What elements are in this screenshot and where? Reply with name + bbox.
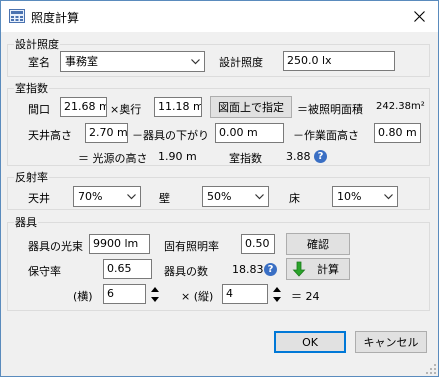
fixture-flux-label: 器具の光束	[28, 240, 83, 253]
depth-label: ×奥行	[110, 103, 142, 116]
floor-reflectance-select[interactable]: 10%	[332, 186, 398, 207]
maintenance-factor-label: 保守率	[28, 265, 61, 278]
work-plane-height-input[interactable]: 0.80 m	[374, 123, 421, 143]
room-name-label: 室名	[28, 56, 50, 69]
green-down-arrow-icon	[292, 261, 306, 277]
design-illuminance-legend: 設計照度	[14, 36, 60, 52]
horizontal-count-label: (横)	[73, 290, 93, 303]
chevron-down-icon	[380, 187, 397, 206]
room-index-label: 室指数	[229, 152, 262, 165]
chevron-down-icon	[187, 52, 204, 71]
ceiling-height-input[interactable]: 2.70 m	[85, 123, 128, 143]
illuminated-area-value: 242.38m²	[376, 101, 425, 112]
fixture-count-label: 器具の数	[164, 265, 208, 278]
help-icon[interactable]: ?	[314, 150, 327, 163]
light-source-height-value: 1.90 m	[158, 150, 197, 163]
cancel-button[interactable]: キャンセル	[355, 331, 427, 353]
illuminance-calc-dialog: 照度計算 設計照度 室名 事務室 設計照度 250.0 lx 室指数 間口 21…	[0, 0, 439, 377]
fixture-count-value: 18.83	[232, 263, 264, 276]
horizontal-count-spinner[interactable]	[148, 284, 162, 304]
frontage-label: 間口	[28, 103, 50, 116]
ok-button[interactable]: OK	[274, 331, 346, 353]
room-index-value: 3.88	[286, 150, 311, 163]
spin-down-icon[interactable]	[270, 294, 284, 304]
floor-reflectance-label: 床	[289, 192, 300, 205]
vertical-count-label: × (縦)	[181, 290, 214, 303]
utilization-factor-label: 固有照明率	[164, 240, 219, 253]
chevron-down-icon	[123, 187, 140, 206]
close-icon	[413, 10, 425, 22]
work-plane-height-label: －作業面高さ	[293, 129, 359, 142]
spin-up-icon[interactable]	[148, 284, 162, 294]
window-title: 照度計算	[31, 11, 80, 25]
total-count-value: ＝ 24	[291, 290, 320, 303]
help-icon[interactable]: ?	[264, 263, 277, 276]
vertical-count-spinner[interactable]	[270, 284, 284, 304]
specify-on-drawing-button[interactable]: 図面上で指定	[210, 96, 292, 118]
design-illuminance-input[interactable]: 250.0 lx	[283, 51, 395, 71]
wall-reflectance-select[interactable]: 50%	[202, 186, 269, 207]
resize-grip-icon[interactable]	[425, 363, 437, 375]
design-illuminance-label: 設計照度	[219, 56, 263, 69]
ceiling-reflectance-select[interactable]: 70%	[73, 186, 141, 207]
calculate-label: 計算	[317, 263, 339, 276]
ceiling-reflectance-value: 70%	[78, 190, 103, 203]
wall-reflectance-value: 50%	[207, 190, 232, 203]
spin-up-icon[interactable]	[270, 284, 284, 294]
illuminated-area-label: ＝被照明面積	[297, 103, 363, 116]
room-name-value: 事務室	[65, 55, 98, 68]
close-button[interactable]	[402, 1, 436, 31]
fixture-drop-label: －器具の下がり	[132, 129, 209, 142]
fixture-group	[7, 222, 430, 311]
ceiling-reflectance-label: 天井	[28, 192, 50, 205]
wall-reflectance-label: 壁	[159, 192, 170, 205]
reflectance-legend: 反射率	[14, 169, 49, 185]
room-index-legend: 室指数	[14, 80, 49, 96]
ceiling-height-label: 天井高さ	[28, 129, 72, 142]
vertical-count-input[interactable]: 4	[222, 284, 268, 304]
confirm-button[interactable]: 確認	[286, 233, 350, 255]
frontage-input[interactable]: 21.68 m	[60, 97, 107, 117]
fixture-flux-input[interactable]: 9900 lm	[89, 234, 150, 254]
room-name-select[interactable]: 事務室	[60, 51, 205, 72]
spin-down-icon[interactable]	[148, 294, 162, 304]
utilization-factor-input[interactable]: 0.50	[241, 234, 275, 254]
light-source-height-label: ＝ 光源の高さ	[78, 152, 148, 165]
title-bar: 照度計算	[1, 1, 438, 32]
maintenance-factor-input[interactable]: 0.65	[103, 259, 152, 279]
fixture-legend: 器具	[14, 214, 38, 230]
chevron-down-icon	[251, 187, 268, 206]
calculator-app-icon	[9, 9, 25, 23]
calculate-button[interactable]: 計算	[286, 258, 350, 280]
fixture-drop-input[interactable]: 0.00 m	[215, 123, 284, 143]
horizontal-count-input[interactable]: 6	[103, 284, 146, 304]
depth-input[interactable]: 11.18 m	[154, 97, 202, 117]
floor-reflectance-value: 10%	[337, 190, 362, 203]
